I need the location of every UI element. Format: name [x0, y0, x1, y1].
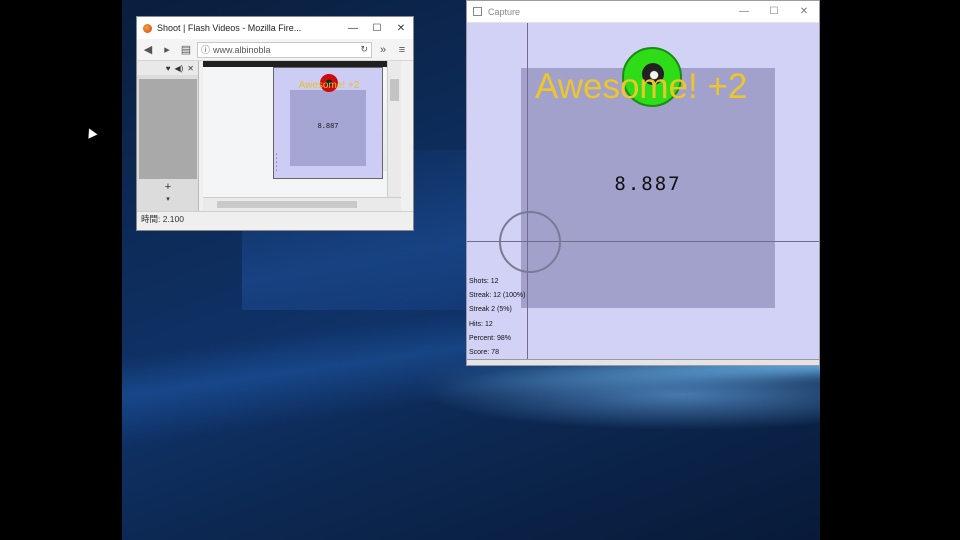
window-icon: [473, 7, 482, 16]
page-content: Awesome! +2 8.887 ▪ ▪ ▪ ▪ ▪: [203, 61, 401, 197]
stat-line: Score: 78: [469, 349, 499, 357]
firefox-titlebar: Shoot | Flash Videos - Mozilla Fire... —…: [137, 17, 413, 39]
capture-bottom-edge: [467, 359, 819, 365]
vertical-scrollbar[interactable]: [387, 61, 401, 197]
firefox-logo-icon: [143, 23, 152, 33]
capture-window: Capture — ☐ ✕ 8.887 Awesome! +2 Shots: 1…: [466, 0, 820, 366]
feedback-text: Awesome! +2: [535, 67, 748, 106]
firefox-window: Shoot | Flash Videos - Mozilla Fire... —…: [136, 16, 414, 231]
game-canvas[interactable]: 8.887 Awesome! +2 Shots: 12 Streak: 12 (…: [467, 23, 819, 359]
sidebar-close-icon[interactable]: ✕: [187, 64, 194, 73]
crosshair-reticle-icon: [499, 211, 561, 273]
hscroll-thumb[interactable]: [217, 201, 357, 208]
info-icon[interactable]: ⓘ: [201, 43, 210, 56]
stat-line: Streak: 12 (100%): [469, 292, 526, 300]
capture-maximize-button[interactable]: ☐: [759, 6, 789, 17]
capture-minimize-button[interactable]: —: [729, 6, 759, 17]
game-feedback-text: Awesome! +2: [298, 80, 360, 91]
countdown-timer: 8.887: [614, 173, 682, 195]
heart-icon[interactable]: ♥: [166, 64, 171, 73]
sidebar-list: [139, 79, 197, 179]
minimize-button[interactable]: —: [341, 23, 365, 34]
maximize-button[interactable]: ☐: [365, 23, 389, 34]
sidebar-dropdown-icon[interactable]: ▾: [137, 195, 199, 203]
stat-line: Shots: 12: [469, 278, 499, 285]
speaker-icon[interactable]: ◀): [174, 64, 183, 73]
url-text: www.albinobla: [213, 44, 271, 55]
stat-line: Hits: 12: [469, 320, 493, 328]
firefox-window-title: Shoot | Flash Videos - Mozilla Fire...: [157, 23, 302, 33]
library-icon[interactable]: ▤: [178, 42, 194, 58]
menu-icon[interactable]: ≡: [394, 42, 410, 58]
stat-line: Streak 2 (5%): [469, 306, 512, 314]
capture-window-title: Capture: [488, 6, 521, 17]
game-stats-mini: ▪ ▪ ▪ ▪ ▪: [276, 152, 278, 172]
forward-icon[interactable]: ▸: [159, 42, 175, 58]
firefox-navbar: ◀ ▸ ▤ ⓘ www.albinobla ↻ » ≡: [137, 39, 413, 61]
status-bar: 時間: 2.100: [137, 211, 413, 225]
embedded-game[interactable]: Awesome! +2 8.887 ▪ ▪ ▪ ▪ ▪: [273, 67, 383, 179]
sidebar-header: ♥ ◀) ✕: [137, 61, 198, 75]
firefox-body: ♥ ◀) ✕ + ▾ Awesome! +2 8.887 ▪ ▪ ▪ ▪ ▪: [137, 61, 413, 211]
stat-line: Percent: 98%: [469, 334, 512, 342]
capture-close-button[interactable]: ✕: [789, 6, 819, 17]
game-countdown: 8.887: [317, 122, 339, 130]
horizontal-scrollbar[interactable]: [203, 197, 401, 211]
close-button[interactable]: ✕: [389, 23, 413, 34]
mouse-cursor-icon: [84, 126, 98, 139]
sidebar-panel: ♥ ◀) ✕ + ▾: [137, 61, 199, 211]
stats-panel: Shots: 12 Streak: 12 (100%) Streak 2 (5%…: [469, 275, 525, 359]
capture-titlebar: Capture — ☐ ✕: [467, 1, 819, 23]
sidebar-add-button[interactable]: +: [137, 181, 199, 193]
overflow-chevron-icon[interactable]: »: [375, 42, 391, 58]
scroll-thumb[interactable]: [390, 79, 399, 101]
reload-icon[interactable]: ↻: [360, 44, 368, 55]
url-bar[interactable]: ⓘ www.albinobla ↻: [197, 41, 372, 58]
back-icon[interactable]: ◀: [140, 42, 156, 58]
